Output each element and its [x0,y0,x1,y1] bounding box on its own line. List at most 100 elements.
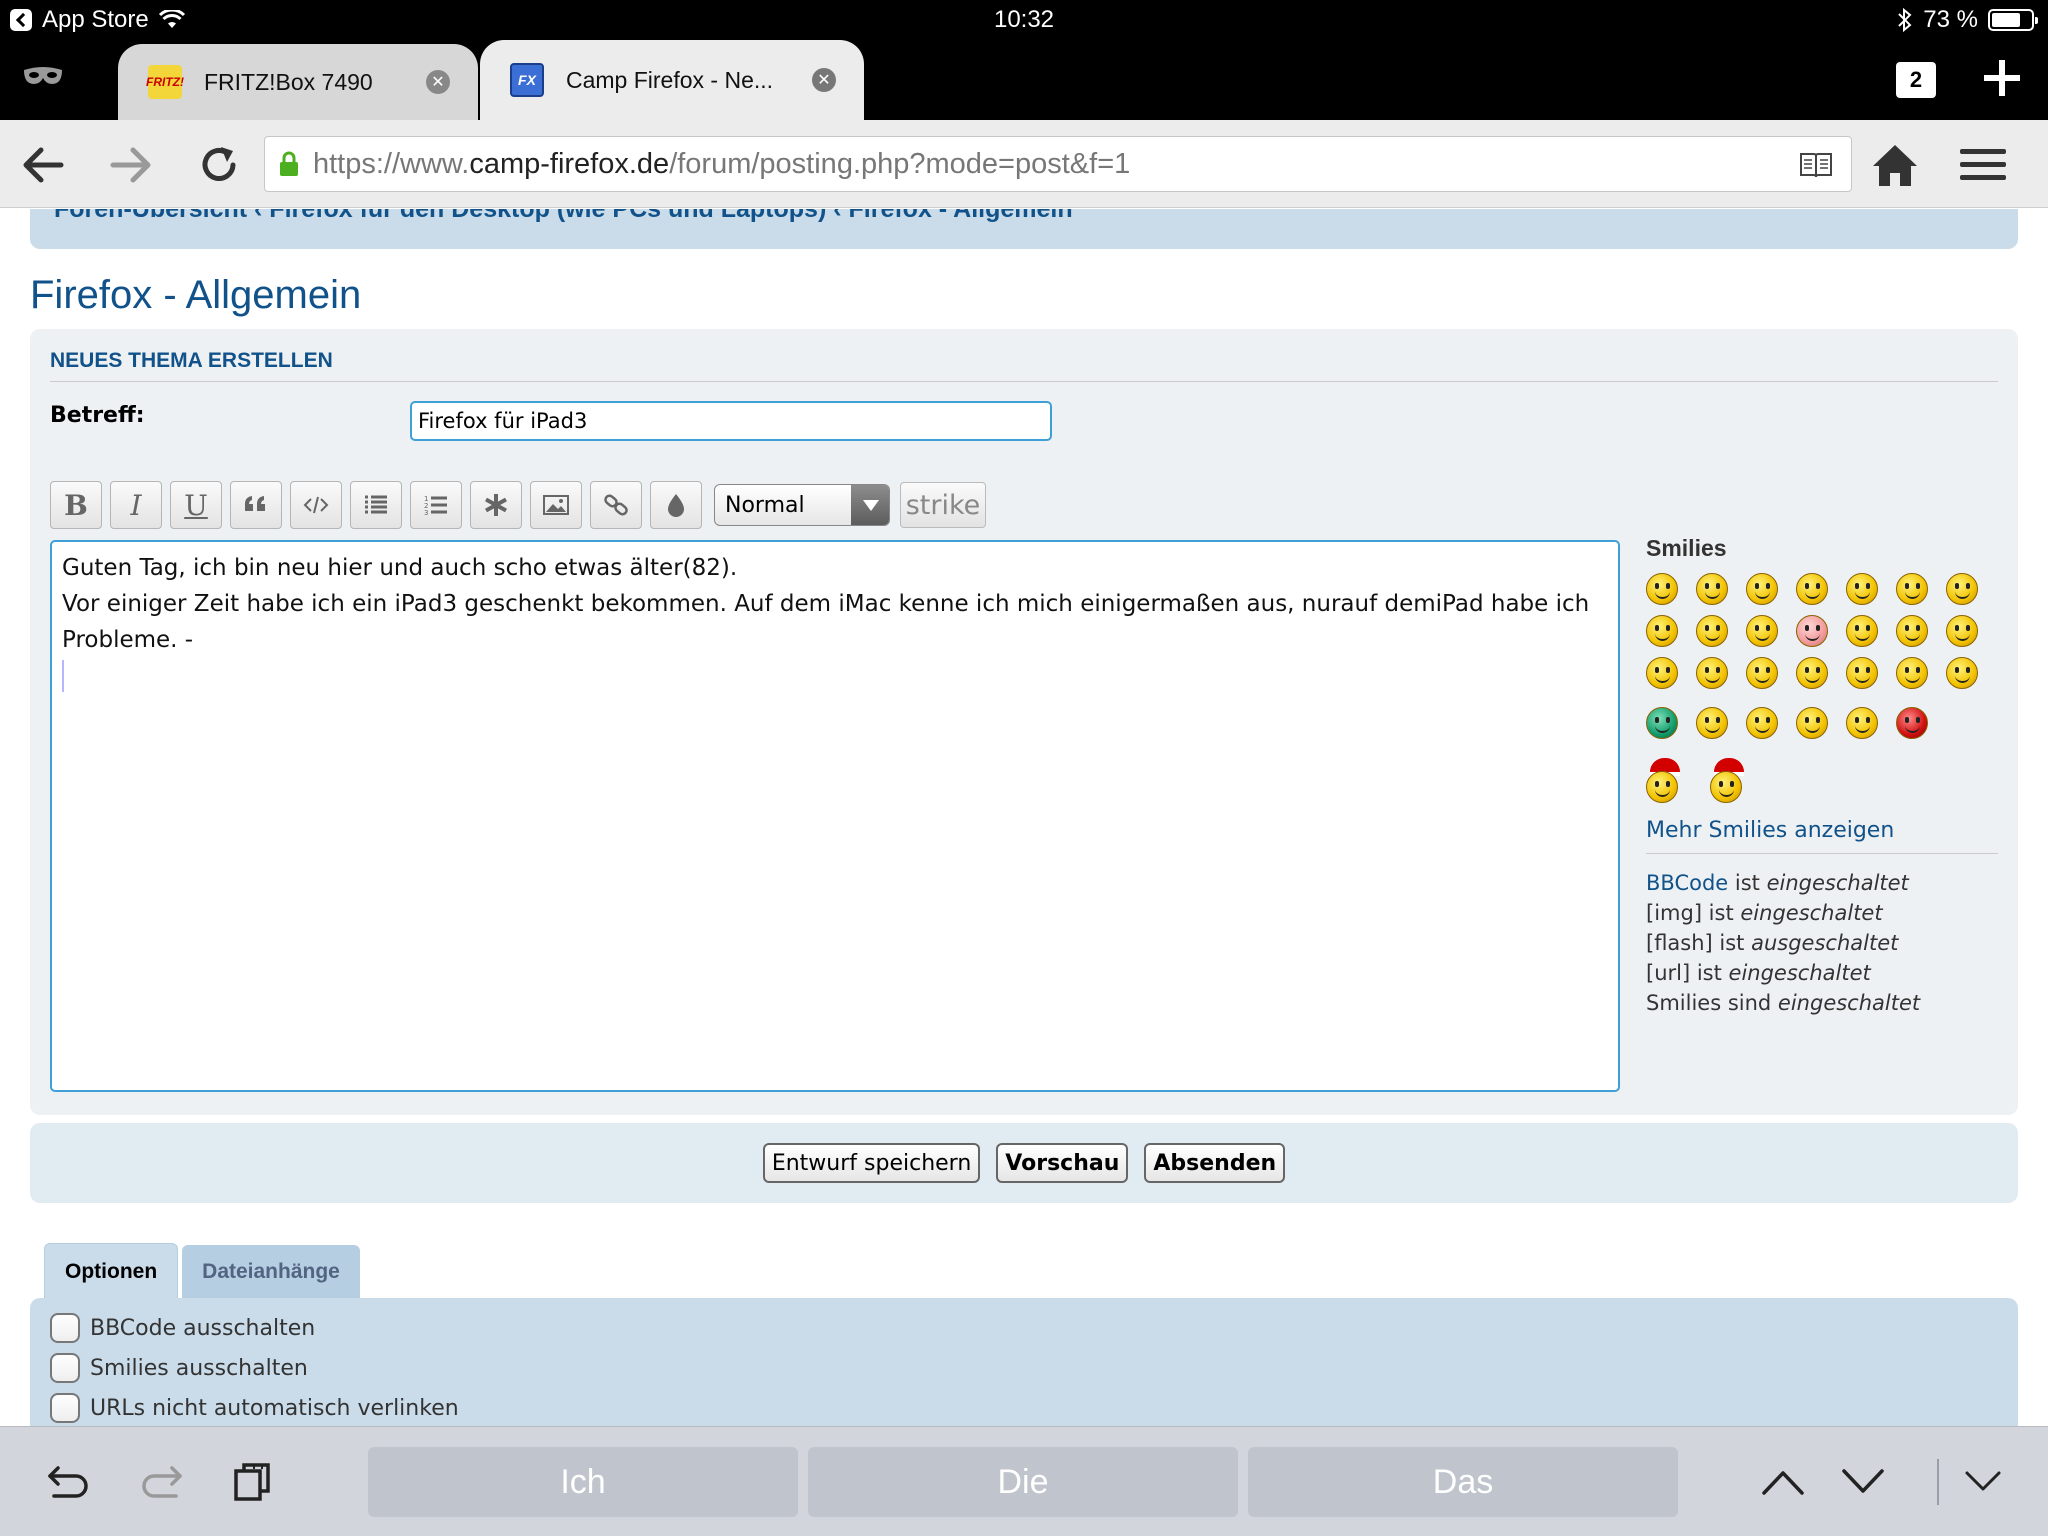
smilie-santa-grin-icon[interactable] [1710,752,1774,810]
tab-camp-firefox[interactable]: FX Camp Firefox - Ne... ✕ [480,40,864,120]
smilie-evil-icon[interactable] [1896,610,1946,652]
color-button[interactable] [650,481,702,529]
checkbox[interactable] [50,1353,80,1383]
status-state: eingeschaltet [1777,991,1921,1015]
status-bar: App Store 10:32 73 % [0,0,2048,40]
smilie-mad-icon[interactable] [1696,610,1746,652]
redo-button[interactable] [136,1457,186,1507]
smilie-glasses-icon[interactable] [1746,694,1796,752]
numbered-list-button[interactable]: 123 [410,481,462,529]
undo-button[interactable] [44,1457,94,1507]
message-line: Guten Tag, ich bin neu hier und auch sch… [62,555,738,581]
url-prefix: https://www. [313,147,470,180]
paste-button[interactable] [228,1457,278,1507]
bullet-list-button[interactable] [350,481,402,529]
code-button[interactable] [290,481,342,529]
subject-label: Betreff: [50,403,145,428]
suggestion-die[interactable]: Die [808,1447,1238,1517]
image-icon [543,495,569,515]
smilie-santa-icon[interactable] [1646,752,1710,810]
smilie-confused-icon[interactable] [1896,568,1946,610]
forward-button[interactable] [106,140,156,190]
url-domain: camp-firefox.de [469,147,670,180]
option-disable-bbcode[interactable]: BBCode ausschalten [50,1308,2018,1348]
smilie-razz-icon[interactable] [1746,610,1796,652]
previous-field-button[interactable] [1758,1457,1808,1507]
option-disable-magic-url[interactable]: URLs nicht automatisch verlinken [50,1388,2018,1426]
tab-options[interactable]: Optionen [44,1243,179,1299]
smilie-exclamation-icon[interactable] [1746,652,1796,694]
close-tab-icon[interactable]: ✕ [812,68,836,92]
suggestion-ich[interactable]: Ich [368,1447,798,1517]
smilie-neutral-icon[interactable] [1946,652,1996,694]
smilie-cool-icon[interactable] [1946,568,1996,610]
save-draft-button[interactable]: Entwurf speichern [762,1143,981,1183]
chevron-down-icon [1965,1471,2001,1491]
home-button[interactable] [1870,140,1920,190]
checkbox[interactable] [50,1313,80,1343]
link-button[interactable] [590,481,642,529]
smilie-very-happy-icon[interactable] [1646,568,1696,610]
url-bar[interactable]: https://www. camp-firefox.de/forum/postin… [264,136,1852,192]
bold-button[interactable]: B [50,481,102,529]
smilie-sleepy-icon[interactable] [1696,694,1746,752]
suggestion-das[interactable]: Das [1248,1447,1678,1517]
smilie-embarrassed-icon[interactable] [1796,610,1846,652]
keyboard-shortcut-bar: Ich Die Das [0,1426,2048,1536]
tab-title: Camp Firefox - Ne... [566,66,774,93]
tab-count-button[interactable]: 2 [1896,62,1936,98]
smilie-wink-icon[interactable] [1696,652,1746,694]
smilie-grin-icon[interactable] [1646,694,1696,752]
smilie-cry-icon[interactable] [1846,610,1896,652]
asterisk-icon [485,494,507,516]
quote-button[interactable] [230,481,282,529]
option-label: Smilies ausschalten [90,1355,308,1381]
underline-button[interactable]: U [170,481,222,529]
smilie-arrow-icon[interactable] [1896,652,1946,694]
smilie-puzzled-icon[interactable] [1846,694,1896,752]
submit-button[interactable]: Absenden [1144,1143,1286,1183]
tab-attachments[interactable]: Dateianhänge [182,1245,360,1299]
smilie-smile-icon[interactable] [1696,568,1746,610]
strike-button[interactable]: strike [900,482,986,528]
font-size-select[interactable]: Normal [714,484,890,526]
subject-input[interactable] [410,401,1052,441]
tab-title: FRITZ!Box 7490 [204,68,373,95]
list-item-button[interactable] [470,481,522,529]
dismiss-keyboard-button[interactable] [1958,1457,2008,1507]
reader-view-icon[interactable] [1799,151,1833,179]
smilie-rolling-eyes-icon[interactable] [1646,652,1696,694]
clipboard-icon [234,1463,270,1501]
message-textarea[interactable]: Guten Tag, ich bin neu hier und auch sch… [50,540,1620,1092]
checkbox[interactable] [50,1393,80,1423]
smilie-laughing-icon[interactable] [1646,610,1696,652]
next-field-button[interactable] [1838,1457,1888,1507]
preview-button[interactable]: Vorschau [996,1143,1129,1183]
back-button[interactable] [18,140,68,190]
menu-button[interactable] [1958,140,2008,190]
smilies-status-line: Smilies sind eingeschaltet [1646,988,1998,1018]
smilie-twisted-evil-icon[interactable] [1946,610,1996,652]
smilie-surprised-icon[interactable] [1796,568,1846,610]
img-status-line: [img] ist eingeschaltet [1646,898,1998,928]
smilie-question-icon[interactable] [1796,652,1846,694]
italic-button[interactable]: I [110,481,162,529]
option-disable-smilies[interactable]: Smilies ausschalten [50,1348,2018,1388]
bbcode-help-link[interactable]: BBCode [1646,871,1728,895]
page-title[interactable]: Firefox - Allgemein [30,273,361,318]
breadcrumb[interactable]: Foren-Übersicht ‹ Firefox für den Deskto… [54,209,1073,224]
more-smilies-link[interactable]: Mehr Smilies anzeigen [1646,818,1998,854]
image-button[interactable] [530,481,582,529]
private-browsing-mask-icon[interactable] [22,66,64,88]
smilie-angry-red-icon[interactable] [1896,694,1946,752]
smilie-sad-icon[interactable] [1746,568,1796,610]
tab-fritzbox[interactable]: FRITZ! FRITZ!Box 7490 ✕ [118,44,478,120]
new-tab-plus-icon[interactable] [1980,56,2024,100]
reload-button[interactable] [194,140,244,190]
smilie-dizzy-icon[interactable] [1796,694,1846,752]
smilie-eek-icon[interactable] [1846,568,1896,610]
smilie-idea-icon[interactable] [1846,652,1896,694]
code-icon [303,496,329,514]
close-tab-icon[interactable]: ✕ [426,70,450,94]
reload-icon [202,147,236,181]
